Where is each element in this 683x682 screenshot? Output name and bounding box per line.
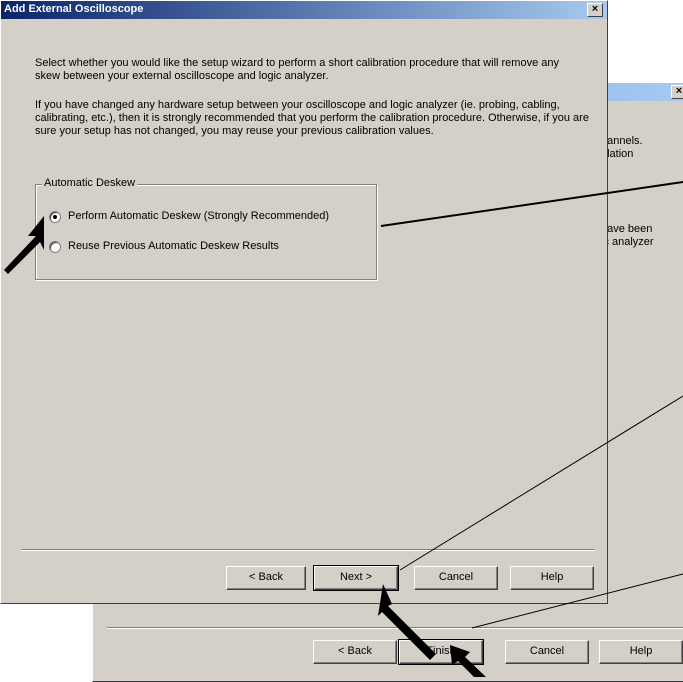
arrow-pointer-icon-radio [4, 216, 44, 274]
arrow-pointer-icon-finish [450, 645, 486, 677]
callout-line-3 [471, 573, 683, 629]
callout-line-2 [399, 395, 683, 571]
arrow-pointer-icon-next [378, 584, 436, 660]
annotation-overlay [4, 181, 683, 677]
callout-line-1 [380, 181, 683, 227]
